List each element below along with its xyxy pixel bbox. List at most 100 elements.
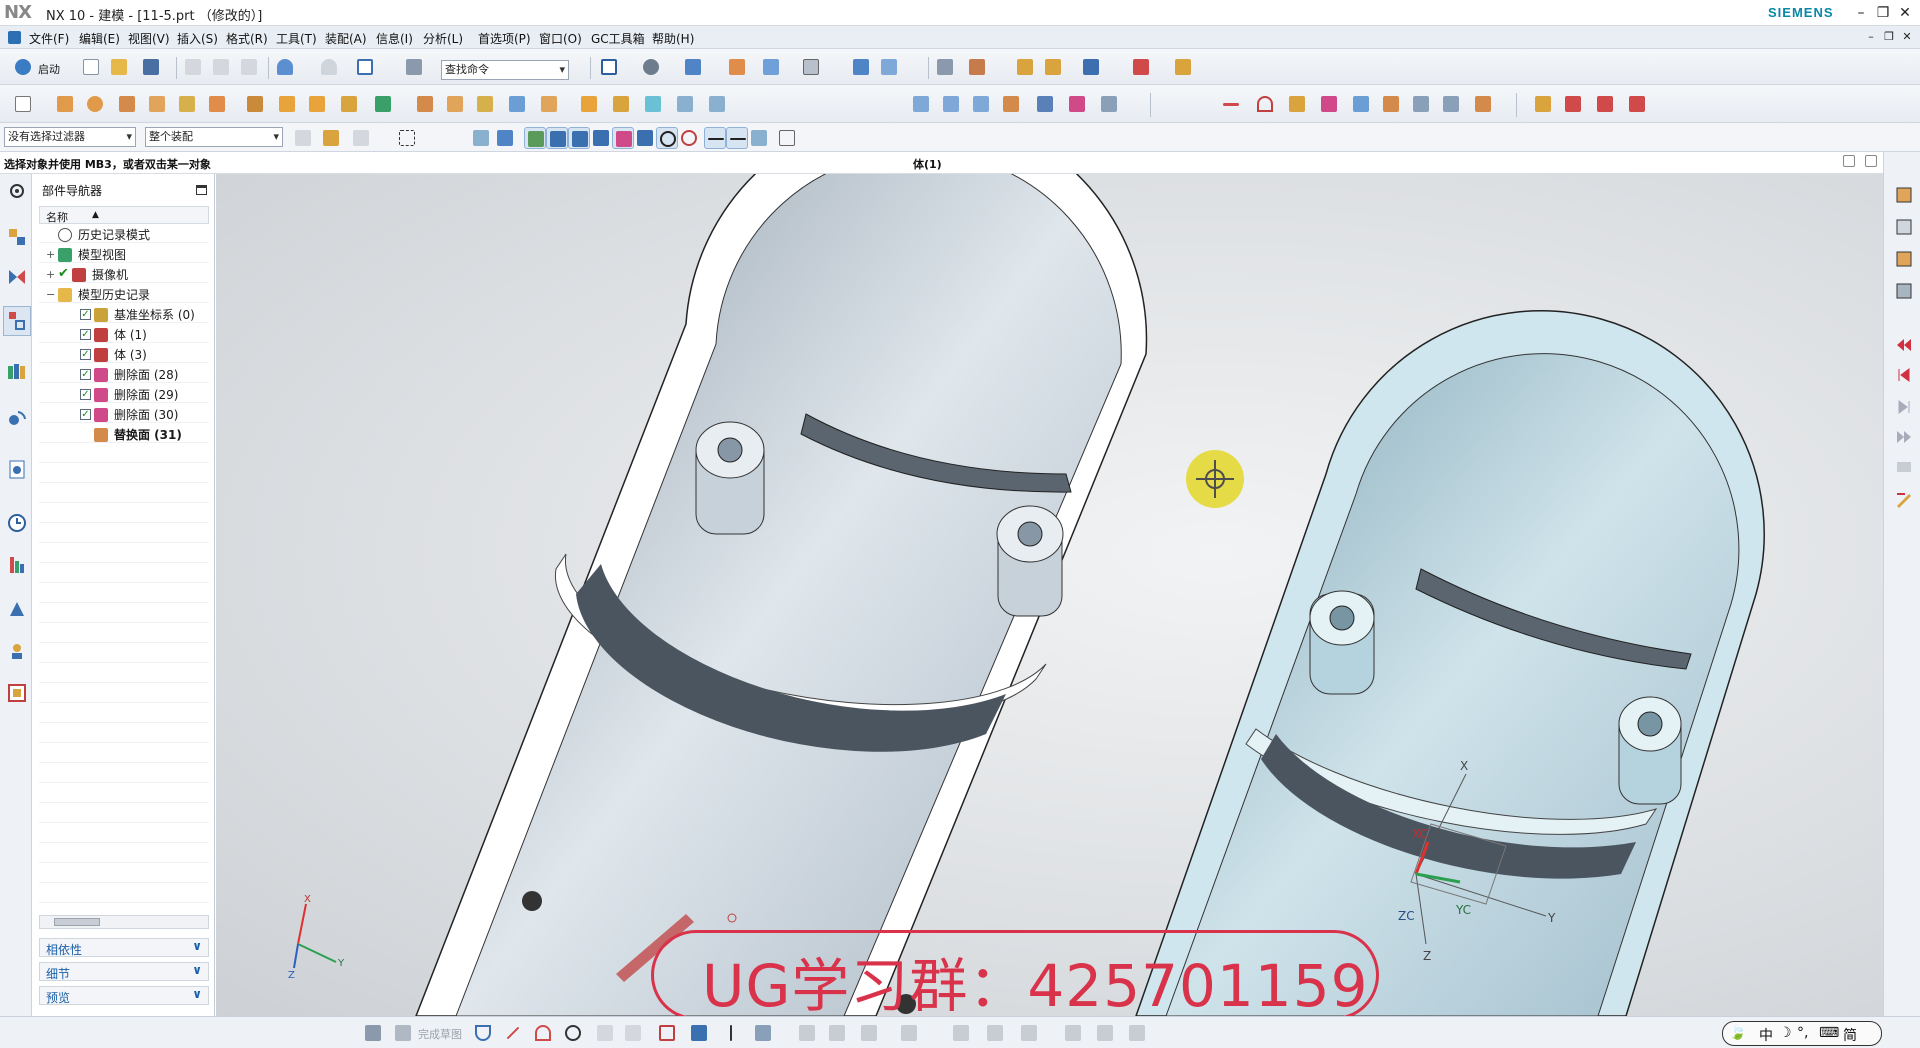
doc-close-icon[interactable]: ✕ (1898, 28, 1916, 46)
web-browser-icon[interactable] (6, 458, 28, 480)
visibility-checkbox[interactable]: ✓ (80, 369, 91, 380)
expand-icon[interactable]: + (46, 246, 55, 264)
system-materials-icon[interactable] (6, 554, 28, 576)
menu-view[interactable]: 视图(V) (128, 30, 170, 47)
revolve-icon[interactable] (84, 93, 106, 115)
process-studio-icon[interactable] (6, 598, 28, 620)
step-back-icon[interactable] (1893, 364, 1915, 386)
top-view-icon[interactable] (1893, 280, 1915, 302)
wcs-icon[interactable] (966, 56, 988, 78)
center-snap-icon[interactable] (656, 127, 678, 149)
trim-curve-icon[interactable] (1562, 93, 1584, 115)
doc-restore-icon[interactable]: ❐ (1880, 28, 1898, 46)
analysis-icon[interactable] (1130, 56, 1152, 78)
show-hide-icon[interactable] (1042, 56, 1064, 78)
general-select-icon[interactable] (320, 127, 342, 149)
pattern-icon[interactable] (306, 93, 328, 115)
trim-body-icon[interactable] (372, 93, 394, 115)
ime-simplified[interactable]: 简 (1843, 1025, 1857, 1045)
undo-icon[interactable] (274, 56, 296, 78)
point-on-curve-snap-icon[interactable] (726, 127, 748, 149)
box-select-icon[interactable] (396, 127, 418, 149)
maximize-icon[interactable] (196, 185, 207, 195)
extract-curve-icon[interactable] (1472, 93, 1494, 115)
constraint-navigator-icon[interactable] (6, 266, 28, 288)
point-on-surface-snap-icon[interactable] (748, 127, 770, 149)
sew-icon[interactable] (642, 93, 664, 115)
menu-insert[interactable]: 插入(S) (177, 30, 218, 47)
graphics-window[interactable]: X Y Z XC YC ZC X Y Z UG学习群：425701159 (216, 174, 1883, 1016)
boss-icon[interactable] (146, 93, 168, 115)
sketch-grid-icon[interactable] (392, 1022, 414, 1044)
settings-gear-icon[interactable] (6, 180, 28, 202)
menu-preferences[interactable]: 首选项(P) (478, 30, 531, 47)
finish-sketch-label[interactable]: 完成草图 (418, 1026, 462, 1042)
visibility-checkbox[interactable]: ✓ (80, 329, 91, 340)
trimetric-view-icon[interactable] (1893, 216, 1915, 238)
spline-icon[interactable] (1286, 93, 1308, 115)
assembly-navigator-icon[interactable] (6, 226, 28, 248)
pull-face-icon[interactable] (940, 93, 962, 115)
fillet-curve-icon[interactable] (1626, 93, 1648, 115)
scrollbar-thumb[interactable] (54, 918, 100, 926)
expand-icon[interactable]: + (46, 266, 55, 284)
edit-section-icon[interactable] (850, 56, 872, 78)
ime-width[interactable]: ☽ (1779, 1025, 1792, 1041)
manufacturing-wizard-icon[interactable] (6, 640, 28, 662)
pocket-icon[interactable] (176, 93, 198, 115)
existing-point-snap-icon[interactable] (704, 127, 726, 149)
edit-feature-icon[interactable] (1893, 488, 1915, 510)
shaded-select-icon[interactable] (494, 127, 516, 149)
unite-icon[interactable] (338, 93, 360, 115)
menu-analysis[interactable]: 分析(L) (423, 30, 463, 47)
minimize-icon[interactable]: – (1852, 4, 1870, 22)
start-label[interactable]: 启动 (38, 61, 60, 77)
shell-icon[interactable] (414, 93, 436, 115)
pad-icon[interactable] (206, 93, 228, 115)
doc-minimize-icon[interactable]: – (1862, 28, 1880, 46)
part-navigator-icon[interactable] (3, 306, 31, 336)
helix-icon[interactable] (1350, 93, 1372, 115)
intersect-curve-icon[interactable] (1410, 93, 1432, 115)
sketch-polygon-icon[interactable] (688, 1022, 710, 1044)
new-file-icon[interactable] (80, 56, 102, 78)
ime-punct[interactable]: °, (1797, 1025, 1808, 1041)
move-object-icon[interactable] (1080, 56, 1102, 78)
history-clock-icon[interactable] (6, 512, 28, 534)
menu-edit[interactable]: 编辑(E) (79, 30, 120, 47)
section-curve-icon[interactable] (1440, 93, 1462, 115)
view-cube-icon[interactable] (760, 56, 782, 78)
intersection-snap-icon[interactable] (590, 127, 612, 149)
ime-mode[interactable]: 中 (1759, 1025, 1773, 1045)
clip-section-icon[interactable] (878, 56, 900, 78)
measure-icon[interactable] (1172, 56, 1194, 78)
background-icon[interactable] (800, 56, 822, 78)
touch-mode-icon[interactable] (403, 56, 425, 78)
grid-icon[interactable] (776, 127, 798, 149)
reorder-blends-icon[interactable] (1098, 93, 1120, 115)
checkmark-icon[interactable]: ✔ (58, 267, 69, 280)
offset-region-icon[interactable] (970, 93, 992, 115)
open-folder-icon[interactable] (108, 56, 130, 78)
endpoint-snap-icon[interactable] (524, 127, 546, 149)
selection-filter-dropdown[interactable]: 没有选择过滤器 (4, 127, 136, 147)
menu-assembly[interactable]: 装配(A) (325, 30, 367, 47)
orient-view-icon[interactable] (726, 56, 748, 78)
offset-face-icon[interactable] (538, 93, 560, 115)
bridge-curve-icon[interactable] (1594, 93, 1616, 115)
panel-preview[interactable]: 预览 ∨ (39, 986, 209, 1005)
move-face-icon[interactable] (910, 93, 932, 115)
control-point-snap-icon[interactable] (568, 127, 590, 149)
menu-file[interactable]: 文件(F) (29, 30, 69, 47)
part-body-right[interactable] (1135, 310, 1765, 1016)
sketch-finish-icon[interactable] (362, 1022, 384, 1044)
edge-blend-icon[interactable] (444, 93, 466, 115)
menu-gc-toolkit[interactable]: GC工具箱 (591, 30, 645, 47)
ime-indicator[interactable]: 🍃 中 ☽ °, ⌨ 简 (1722, 1021, 1882, 1046)
visibility-checkbox[interactable]: ✓ (80, 389, 91, 400)
menu-format[interactable]: 格式(R) (226, 30, 268, 47)
panel-dependencies[interactable]: 相依性 ∨ (39, 938, 209, 957)
tangent-snap-icon[interactable] (634, 127, 656, 149)
close-icon[interactable]: ✕ (1896, 4, 1914, 22)
save-icon[interactable] (140, 56, 162, 78)
